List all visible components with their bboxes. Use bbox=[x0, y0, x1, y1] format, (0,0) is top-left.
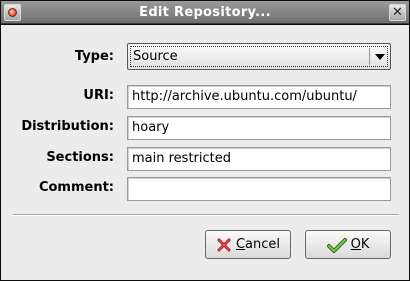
title-bar[interactable]: Edit Repository... ✕ bbox=[1, 1, 409, 24]
combo-separator bbox=[369, 48, 370, 65]
ok-button[interactable]: OK bbox=[305, 230, 391, 259]
ok-icon bbox=[326, 237, 347, 253]
uri-label: URI: bbox=[83, 88, 114, 103]
comment-field[interactable] bbox=[127, 177, 391, 201]
dialog-window: Edit Repository... ✕ Type: Source URI: h… bbox=[0, 0, 410, 281]
comment-label: Comment: bbox=[38, 180, 114, 195]
type-selected-value: Source bbox=[133, 49, 178, 64]
cancel-button-label: Cancel bbox=[235, 237, 281, 252]
close-button[interactable]: ✕ bbox=[389, 4, 406, 21]
dialog-content: Type: Source URI: http://archive.ubuntu.… bbox=[1, 25, 409, 280]
uri-field[interactable]: http://archive.ubuntu.com/ubuntu/ bbox=[127, 85, 391, 109]
distribution-field[interactable]: hoary bbox=[127, 116, 391, 140]
cancel-button[interactable]: Cancel bbox=[205, 230, 291, 259]
window-title: Edit Repository... bbox=[139, 5, 271, 20]
chevron-down-icon bbox=[375, 54, 385, 60]
sections-label: Sections: bbox=[46, 150, 114, 165]
distribution-label: Distribution: bbox=[21, 119, 114, 134]
close-icon: ✕ bbox=[392, 5, 403, 20]
type-label: Type: bbox=[74, 49, 114, 64]
cancel-icon bbox=[217, 238, 231, 251]
type-combobox[interactable]: Source bbox=[127, 43, 391, 70]
sections-field[interactable]: main restricted bbox=[127, 147, 391, 171]
button-separator bbox=[13, 214, 399, 216]
ok-button-label: OK bbox=[350, 237, 370, 252]
